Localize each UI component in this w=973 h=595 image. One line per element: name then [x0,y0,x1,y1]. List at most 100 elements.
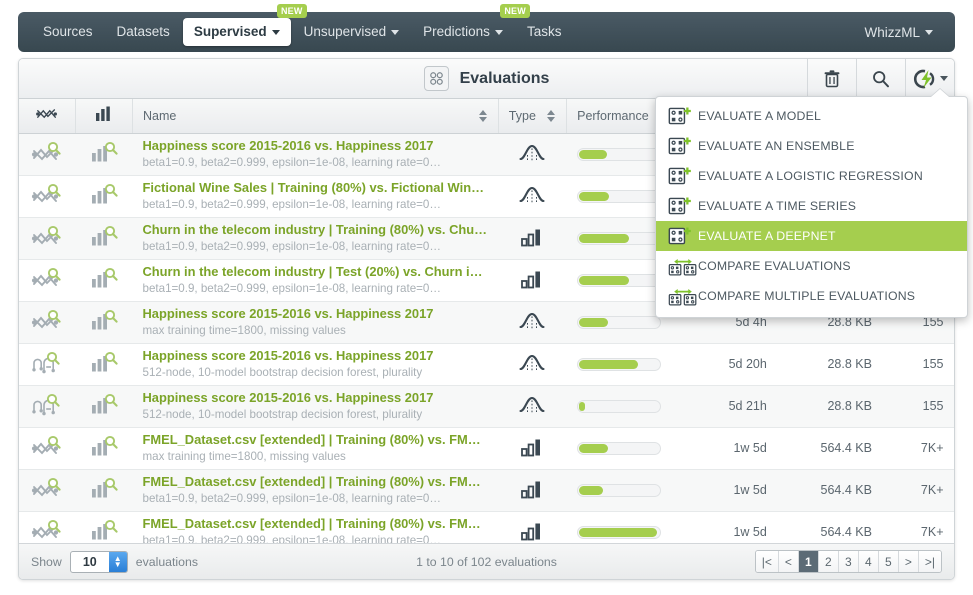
row-evaluation-icon-cell[interactable] [75,343,133,386]
menu-item-evaluate-a-logistic-regression[interactable]: EVALUATE A LOGISTIC REGRESSION [656,161,967,191]
pagination-page-3[interactable]: 3 [838,551,859,572]
row-name-cell[interactable]: FMEL_Dataset.csv [extended] | Training (… [132,427,499,470]
menu-item-label: EVALUATE A LOGISTIC REGRESSION [698,169,923,183]
row-evaluation-icon-cell[interactable] [75,427,133,470]
table-footer: Show 10 ▲ ▼ evaluations 1 to 10 of 102 ev… [19,543,954,579]
evaluation-search-icon[interactable] [89,183,119,210]
column-header-performance-label: Performance [577,108,649,123]
nav-item-tasks[interactable]: Tasks [516,18,573,46]
row-evaluation-icon-cell[interactable] [75,133,133,176]
pagination-page-2[interactable]: 2 [818,551,839,572]
row-evaluation-icon-cell[interactable] [75,175,133,218]
row-resource-icon-cell[interactable] [19,385,76,428]
row-name[interactable]: Fictional Wine Sales | Training (80%) vs… [143,180,489,196]
page-size-stepper-icon[interactable]: ▲ ▼ [108,551,127,572]
page-size-select[interactable]: 10 ▲ ▼ [69,550,128,573]
row-resource-icon-cell[interactable] [19,343,76,386]
deepnet-search-icon[interactable] [30,435,64,462]
nav-item-label: Unsupervised [303,24,387,39]
bigml-evaluations-page: Sources Datasets Supervised NEW Unsupervised… [0,0,973,595]
row-name-cell[interactable]: FMEL_Dataset.csv [extended] | Training (… [132,469,499,512]
ensemble-search-icon[interactable] [30,393,64,420]
row-name[interactable]: Happiness score 2015-2016 vs. Happiness … [143,138,489,154]
row-resource-icon-cell[interactable] [19,217,76,260]
evaluation-search-icon[interactable] [89,309,119,336]
menu-item-compare-multiple-evaluations[interactable]: COMPARE MULTIPLE EVALUATIONS [656,281,967,311]
row-name[interactable]: Happiness score 2015-2016 vs. Happiness … [143,348,489,364]
row-resource-icon-cell[interactable] [19,259,76,302]
table-row[interactable]: FMEL_Dataset.csv [extended] | Training (… [19,427,954,470]
row-name[interactable]: Happiness score 2015-2016 vs. Happiness … [143,306,489,322]
row-resource-icon-cell[interactable] [19,301,76,344]
row-performance-cell [566,343,683,386]
pagination-last[interactable]: >| [918,551,941,572]
evaluation-search-icon[interactable] [89,267,119,294]
evaluation-search-icon[interactable] [89,477,119,504]
evaluation-search-icon[interactable] [89,225,119,252]
row-evaluation-icon-cell[interactable] [75,469,133,512]
table-row[interactable]: Happiness score 2015-2016 vs. Happiness … [19,385,954,428]
menu-item-evaluate-a-deepnet[interactable]: EVALUATE A DEEPNET [656,221,967,251]
row-resource-icon-cell[interactable] [19,427,76,470]
row-evaluation-icon-cell[interactable] [75,217,133,260]
nav-item-supervised[interactable]: Supervised NEW [182,4,307,46]
menu-item-evaluate-a-time-series[interactable]: EVALUATE A TIME SERIES [656,191,967,221]
column-header-resource[interactable] [19,99,77,134]
nav-item-sources[interactable]: Sources [32,18,104,46]
row-name[interactable]: Churn in the telecom industry | Training… [143,222,489,238]
row-name[interactable]: Happiness score 2015-2016 vs. Happiness … [143,390,489,406]
row-resource-icon-cell[interactable] [19,175,76,218]
row-name[interactable]: FMEL_Dataset.csv [extended] | Training (… [143,432,489,448]
pagination-page-5[interactable]: 5 [878,551,899,572]
row-instances: 155 [881,385,954,428]
nav-item-whizzml[interactable]: WhizzML [856,19,941,46]
table-row[interactable]: FMEL_Dataset.csv [extended] | Training (… [19,469,954,512]
deepnet-search-icon[interactable] [30,267,64,294]
sort-toggle-icon[interactable] [478,109,488,123]
pagination-page-1[interactable]: 1 [798,551,819,572]
pagination-next[interactable]: > [898,551,919,572]
row-resource-icon-cell[interactable] [19,133,76,176]
deepnet-search-icon[interactable] [30,141,64,168]
deepnet-search-icon[interactable] [30,225,64,252]
evaluation-search-icon[interactable] [89,393,119,420]
evaluation-search-icon[interactable] [89,141,119,168]
row-name-cell[interactable]: Churn in the telecom industry | Test (20… [132,259,499,302]
row-name-cell[interactable]: Churn in the telecom industry | Training… [132,217,499,260]
row-name[interactable]: Churn in the telecom industry | Test (20… [143,264,489,280]
ensemble-search-icon[interactable] [30,351,64,378]
column-header-name[interactable]: Name [132,99,499,134]
column-header-evaluation[interactable] [75,99,133,134]
row-name-cell[interactable]: Happiness score 2015-2016 vs. Happiness … [132,385,499,428]
row-name-cell[interactable]: Fictional Wine Sales | Training (80%) vs… [132,175,499,218]
search-button[interactable] [856,59,905,98]
pagination-page-4[interactable]: 4 [858,551,879,572]
evaluation-search-icon[interactable] [89,351,119,378]
evaluation-search-icon[interactable] [89,435,119,462]
nav-item-predictions[interactable]: Predictions NEW [412,4,530,46]
sort-toggle-icon[interactable] [547,109,556,123]
menu-item-evaluate-an-ensemble[interactable]: EVALUATE AN ENSEMBLE [656,131,967,161]
deepnet-search-icon[interactable] [30,477,64,504]
pagination-prev[interactable]: < [778,551,799,572]
pagination-first[interactable]: |< [755,551,779,572]
row-evaluation-icon-cell[interactable] [75,385,133,428]
menu-item-evaluate-a-model[interactable]: EVALUATE A MODEL [656,101,967,131]
row-name-cell[interactable]: Happiness score 2015-2016 vs. Happiness … [132,301,499,344]
table-row[interactable]: Happiness score 2015-2016 vs. Happiness … [19,343,954,386]
row-resource-icon-cell[interactable] [19,469,76,512]
row-type-cell [498,133,567,176]
deepnet-search-icon[interactable] [30,309,64,336]
column-header-type[interactable]: Type [498,99,568,134]
menu-item-compare-evaluations[interactable]: COMPARE EVALUATIONS [656,251,967,281]
row-name[interactable]: FMEL_Dataset.csv [extended] | Training (… [143,474,489,490]
row-evaluation-icon-cell[interactable] [75,301,133,344]
delete-button[interactable] [807,59,856,98]
row-name-cell[interactable]: Happiness score 2015-2016 vs. Happiness … [132,133,499,176]
nav-item-unsupervised[interactable]: Unsupervised [293,18,411,46]
deepnet-search-icon[interactable] [30,183,64,210]
nav-item-datasets[interactable]: Datasets [106,18,181,46]
row-name[interactable]: FMEL_Dataset.csv [extended] | Training (… [143,516,489,532]
row-evaluation-icon-cell[interactable] [75,259,133,302]
row-name-cell[interactable]: Happiness score 2015-2016 vs. Happiness … [132,343,499,386]
